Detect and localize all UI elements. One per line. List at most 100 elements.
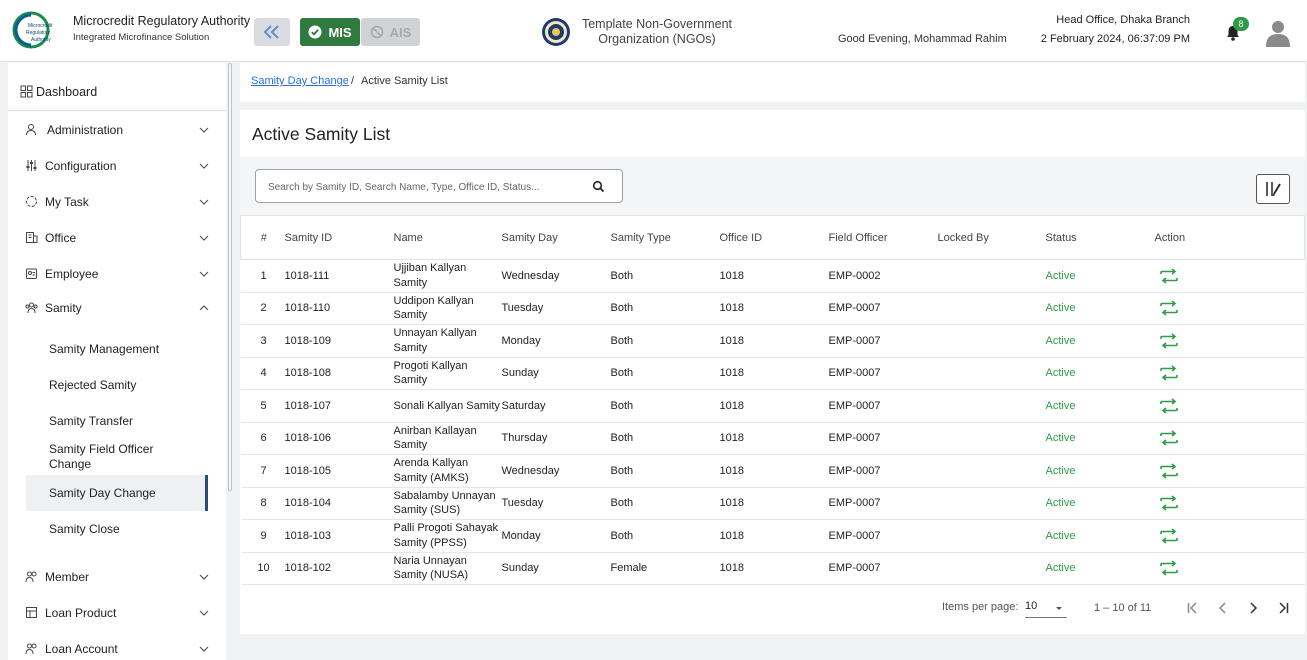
swap-icon[interactable] [1159,495,1179,511]
swap-icon[interactable] [1159,398,1179,414]
sidebar-subitem-samity-transfer[interactable]: Samity Transfer [26,403,208,439]
cell-samity-type: Both [610,302,634,314]
next-page-icon[interactable] [1245,600,1261,616]
table-header-row: # Samity ID Name Samity Day Samity Type … [240,215,1305,260]
collapse-sidebar-button[interactable] [254,18,290,46]
cell-samity-type: Both [610,497,634,509]
breadcrumb-link-samity-day-change[interactable]: Samity Day Change [251,75,349,87]
items-per-page-label: Items per page: [942,601,1019,613]
items-per-page-select[interactable]: 10 [1025,596,1067,618]
first-page-icon[interactable] [1185,600,1201,616]
cell-field-officer: EMP-0007 [828,562,881,574]
office-icon [26,232,38,243]
cell-field-officer: EMP-0007 [828,334,881,347]
cell-samity-type: Both [610,399,634,412]
sidebar-subitem-samity-day-change[interactable]: Samity Day Change [26,475,208,511]
sidebar-divider [8,110,226,111]
users-cog-icon [26,124,36,136]
mis-label: MIS [328,24,352,40]
cell-num: 2 [260,302,267,314]
sidebar-item-label: Office [45,231,77,245]
cell-office-id: 1018 [719,302,744,314]
cell-samity-id: 1018-110 [284,302,331,314]
last-page-icon[interactable] [1275,600,1291,616]
sidebar-item-configuration[interactable]: Configuration [8,149,226,183]
sidebar-subitem-rejected-samity[interactable]: Rejected Samity [26,367,208,403]
task-icon [26,196,37,207]
cell-action [1155,455,1305,488]
sidebar-item-label: Loan Account [45,642,118,656]
cell-locked-by [938,455,1046,488]
prev-page-icon[interactable] [1215,600,1231,616]
search-input[interactable] [268,178,583,196]
cell-locked-by [938,520,1046,553]
cell-field-officer: EMP-0007 [828,529,881,542]
swap-icon[interactable] [1159,463,1179,479]
scrollbar-thumb[interactable] [228,63,232,491]
member-icon [25,571,37,583]
sidebar-item-dashboard[interactable]: Dashboard [8,75,226,109]
swap-icon[interactable] [1159,365,1179,381]
sidebar-item-employee[interactable]: Employee [8,257,226,291]
cell-samity-id: 1018-107 [284,399,332,412]
sidebar-item-loan-account[interactable]: Loan Account [8,632,226,660]
sidebar-item-my-task[interactable]: My Task [8,185,226,219]
cell-status: Active [1045,269,1076,282]
column-settings-button[interactable] [1256,174,1290,204]
swap-icon[interactable] [1159,268,1179,284]
cell-office-id: 1018 [719,399,744,412]
sidebar-item-samity[interactable]: Samity [8,291,226,325]
sidebar-subitem-samity-field-officer-change[interactable]: Samity Field Officer Change [26,439,208,475]
cell-num: 5 [260,399,267,412]
cell-status: Active [1045,367,1076,379]
cell-name: Progoti Kallyan Samity [393,359,468,387]
sidebar-subitem-samity-management[interactable]: Samity Management [26,331,208,367]
cell-name: Naria Unnayan Samity (NUSA) [393,554,469,582]
cell-samity-type: Both [610,367,634,379]
cell-samity-id: 1018-108 [284,367,332,379]
swap-icon[interactable] [1159,560,1179,576]
search-icon[interactable] [592,180,605,193]
swap-icon[interactable] [1159,430,1179,446]
mis-button[interactable]: MIS [300,18,360,46]
sidebar-item-label: Administration [47,123,124,137]
table-row: 1 1018-111 Ujjiban Kallyan Samity Wednesday… [240,260,1305,292]
cell-locked-by [938,325,1046,358]
cell-status: Active [1045,464,1076,477]
col-header-office-id: Office ID [719,215,829,260]
swap-icon[interactable] [1159,528,1179,544]
cell-field-officer: EMP-0002 [828,269,881,282]
sidebar-item-label: Dashboard [36,85,98,99]
cell-num: 9 [260,529,267,542]
cell-samity-type: Both [610,334,634,347]
chevron-down-icon [199,574,209,580]
swap-icon[interactable] [1159,333,1179,349]
avatar[interactable] [1263,17,1293,47]
samity-table: # Samity ID Name Samity Day Samity Type … [240,215,1305,585]
column-edit-icon [1266,182,1281,197]
cell-action [1155,422,1305,455]
cell-samity-type: Both [610,269,634,282]
swap-icon[interactable] [1159,300,1179,316]
page-range: 1 – 10 of 11 [1094,602,1152,614]
notification-badge: 8 [1233,17,1249,31]
loan-account-icon [25,643,37,655]
cell-status: Active [1045,334,1076,347]
toolbar [240,157,1305,215]
logo-text-2: Regulatory [26,30,51,36]
cell-name: Anirban Kallayan Samity [393,424,477,452]
chevron-up-icon [199,305,209,311]
table-row: 8 1018-104 Sabalamby Unnayan Samity (SUS) T… [240,487,1305,520]
sidebar-scrollbar[interactable] [227,63,233,493]
cell-samity-id: 1018-106 [284,432,332,444]
sidebar-item-member[interactable]: Member [8,560,226,594]
cell-samity-day: Monday [501,334,541,347]
sidebar-item-administration[interactable]: Administration [8,113,226,147]
ais-button[interactable]: AIS [361,18,420,46]
cell-samity-day: Sunday [501,367,539,379]
sidebar-item-loan-product[interactable]: Loan Product [8,596,226,630]
sidebar-item-office[interactable]: Office [8,221,226,255]
cell-samity-id: 1018-103 [284,529,332,542]
sidebar-subitem-samity-close[interactable]: Samity Close [26,511,208,547]
chevron-down-icon [199,646,209,652]
